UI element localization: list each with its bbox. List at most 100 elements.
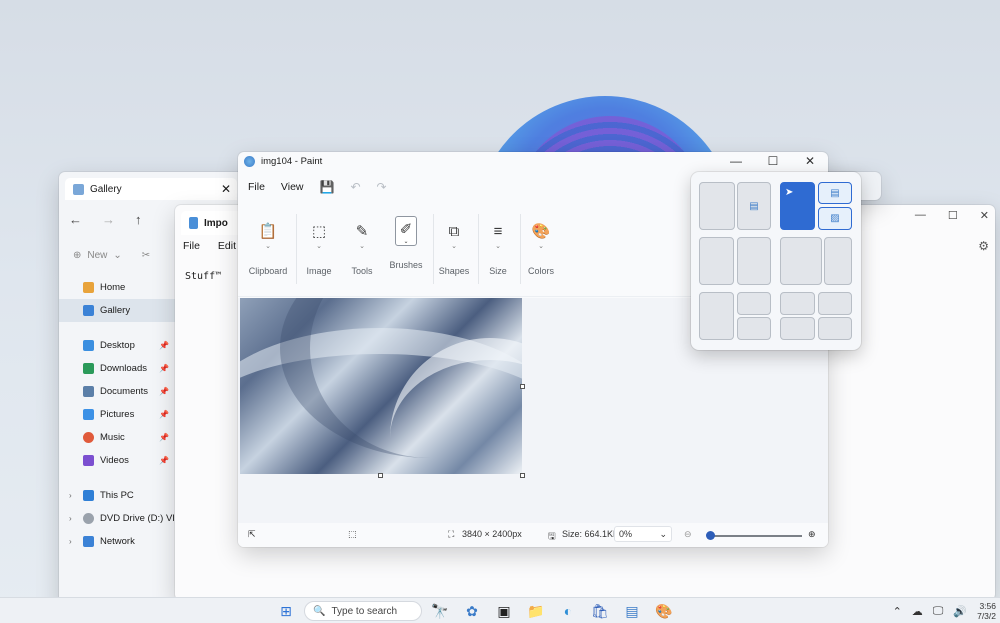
file-explorer-icon[interactable]: 📁 (526, 601, 546, 621)
snap-zone[interactable] (737, 317, 771, 340)
forward-arrow-icon[interactable]: → (102, 212, 115, 227)
widgets-icon[interactable]: 🔭 (430, 601, 450, 621)
menu-view[interactable]: View (281, 181, 304, 193)
pin-icon: 📌 (159, 364, 169, 373)
clock[interactable]: 3:56 7/3/2 (977, 601, 996, 621)
chevron-up-icon[interactable]: ⌃ (893, 605, 902, 618)
gear-icon[interactable]: ⚙ (978, 239, 989, 253)
copilot-icon[interactable]: ✿ (462, 601, 482, 621)
notepad-window-controls: — ☐ ✕ (915, 209, 989, 222)
up-arrow-icon[interactable]: ↑ (135, 212, 142, 227)
snap-zone[interactable] (699, 182, 735, 230)
notepad-content[interactable]: Stuff™ (185, 271, 221, 282)
display-icon[interactable]: 🖵 (933, 605, 944, 618)
paint-menu: File View 💾 ↶ ↷ (248, 180, 387, 194)
system-tray: ⌃ ☁ 🖵 🔊 3:56 7/3/2 (893, 601, 996, 621)
cut-icon[interactable]: ✂ (142, 250, 150, 261)
paint-title: img104 - Paint (261, 156, 323, 167)
taskbar-apps: 🔭 ✿ ▣ 📁 ◐ 🛍 ▤ 🎨 (430, 601, 674, 621)
close-icon[interactable]: ✕ (804, 154, 816, 168)
snap-zone[interactable] (737, 237, 771, 285)
explorer-navigation: ← → ↑ (69, 212, 142, 227)
zoom-value: 0% (619, 529, 633, 539)
store-icon[interactable]: 🛍 (590, 601, 610, 621)
maximize-icon[interactable]: ☐ (767, 154, 779, 168)
menu-edit[interactable]: Edit (218, 240, 236, 252)
ribbon-group-brushes[interactable]: ✐ ⌄ Brushes (380, 216, 432, 270)
explorer-tab[interactable]: Gallery ✕ (65, 178, 237, 200)
snap-zone[interactable] (737, 292, 771, 315)
snap-zone[interactable] (699, 292, 734, 340)
snap-zone[interactable]: ▨ (818, 207, 852, 230)
save-icon[interactable]: 💾 (320, 180, 335, 194)
snap-zone[interactable]: ▤ (818, 182, 852, 204)
notepad-tab-title: Impo (204, 217, 228, 229)
paint-icon[interactable]: 🎨 (654, 601, 674, 621)
ribbon-group-clipboard[interactable]: 📋 ⌄ Clipboard (242, 220, 294, 276)
resize-handle[interactable] (520, 473, 525, 478)
chevron-down-icon: ⌄ (659, 529, 667, 539)
search-placeholder: Type to search (331, 605, 398, 617)
paint-statusbar: ⇱ ⬚ ⛶ 3840 × 2400px 🖫 Size: 664.1KB 0% ⌄… (238, 523, 828, 547)
menu-file[interactable]: File (183, 240, 200, 252)
pin-icon: 📌 (159, 456, 169, 465)
snap-zone[interactable] (780, 317, 815, 340)
snap-zone[interactable] (699, 237, 734, 285)
home-icon (83, 282, 94, 293)
paint-app-icon (244, 156, 255, 167)
selection-icon: ⬚ (348, 529, 357, 539)
sidebar-item-label: Downloads (100, 363, 147, 374)
zoom-in-icon[interactable]: ⊕ (808, 529, 816, 540)
sidebar-item-label: Network (100, 536, 135, 547)
ribbon-group-colors[interactable]: 🎨 ⌄ Colors (515, 220, 567, 276)
task-view-icon[interactable]: ▣ (494, 601, 514, 621)
ribbon-label: Brushes (389, 260, 423, 270)
chevron-down-icon: ⌄ (538, 243, 544, 250)
new-button[interactable]: ⊕ New ⌄ ✂ (73, 250, 150, 261)
pin-icon: 📌 (159, 387, 169, 396)
snap-zone[interactable] (780, 237, 822, 285)
chevron-right-icon[interactable]: › (69, 514, 72, 523)
edge-icon[interactable]: ◐ (558, 601, 578, 621)
zoom-out-icon[interactable]: ⊖ (684, 529, 692, 540)
taskbar-search[interactable]: 🔍 Type to search (304, 601, 422, 621)
resize-handle[interactable] (378, 473, 383, 478)
taskbar: ⊞ 🔍 Type to search 🔭 ✿ ▣ 📁 ◐ 🛍 ▤ 🎨 ⌃ ☁ 🖵… (0, 597, 1000, 623)
snap-zone[interactable] (824, 237, 852, 285)
notepad-icon[interactable]: ▤ (622, 601, 642, 621)
snap-zone[interactable] (780, 292, 815, 315)
maximize-icon[interactable]: ☐ (948, 209, 958, 222)
chevron-right-icon[interactable]: › (69, 537, 72, 546)
pin-icon: 📌 (159, 410, 169, 419)
close-icon[interactable]: ✕ (980, 209, 989, 222)
zoom-slider-thumb[interactable] (706, 531, 715, 540)
new-button-label: New (87, 250, 108, 261)
resize-handle[interactable] (520, 384, 525, 389)
undo-icon[interactable]: ↶ (350, 180, 360, 194)
back-arrow-icon[interactable]: ← (69, 212, 82, 227)
onedrive-icon[interactable]: ☁ (912, 605, 923, 618)
start-windows-icon[interactable]: ⊞ (276, 601, 296, 621)
minimize-icon[interactable]: — (915, 209, 926, 222)
snap-zone[interactable]: ▤ (737, 182, 771, 230)
clipboard-icon: 📋 (258, 223, 278, 240)
menu-file[interactable]: File (248, 181, 265, 193)
clock-date: 7/3/2 (977, 611, 996, 621)
sidebar-item-label: Pictures (100, 409, 135, 420)
snap-layouts-flyout: ▤ ➤ ▤ ▨ (691, 172, 861, 350)
snap-zone[interactable] (818, 292, 852, 315)
chevron-right-icon[interactable]: › (69, 491, 72, 500)
minimize-icon[interactable]: — (730, 154, 742, 168)
sidebar-item-label: Documents (100, 386, 149, 397)
close-tab-icon[interactable]: ✕ (221, 182, 231, 196)
zoom-select[interactable]: 0% ⌄ (614, 526, 672, 542)
redo-icon[interactable]: ↷ (377, 180, 387, 194)
snap-zone[interactable] (818, 317, 852, 340)
notepad-icon (189, 217, 198, 229)
volume-icon[interactable]: 🔊 (953, 605, 967, 618)
canvas-image[interactable] (240, 298, 522, 474)
snap-zone-selected[interactable]: ➤ (780, 182, 815, 230)
sidebar-item-label: This PC (100, 490, 134, 501)
notepad-tab[interactable]: Impo (181, 211, 243, 235)
zoom-slider[interactable] (712, 535, 802, 537)
